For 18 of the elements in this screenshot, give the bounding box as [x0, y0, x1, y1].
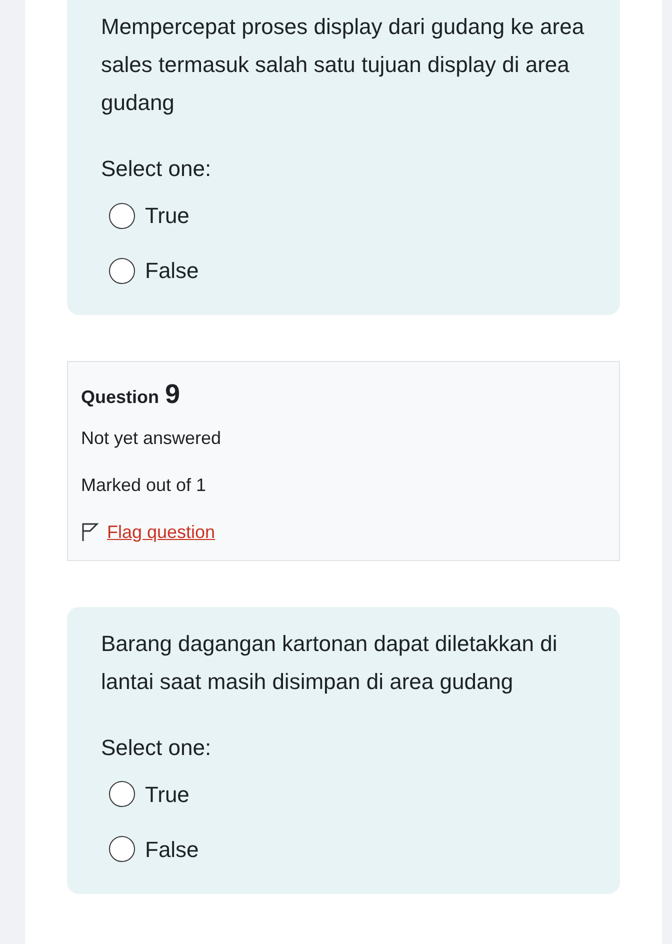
status-text: Not yet answered [81, 426, 222, 450]
radio-button[interactable] [109, 258, 135, 284]
option-label[interactable]: False [145, 832, 199, 866]
marks-text: Marked out of 1 [81, 474, 208, 496]
question-label: Question [81, 386, 160, 409]
question-text: Mempercepat proses display dari gudang ke area sales termasuk salah satu tujuan display di area gudang [101, 13, 586, 117]
radio-button[interactable] [109, 836, 135, 862]
option-label[interactable]: False [145, 254, 199, 287]
question-text: Barang dagangan kartonan dapat diletakkan di lantai saat masih disimpan di area gudang [101, 630, 558, 696]
flag-link[interactable]: Flag question [81, 518, 216, 546]
select-prompt: Select one: [101, 734, 212, 762]
question-number: 9 [165, 378, 180, 411]
option-label[interactable]: True [145, 778, 190, 810]
radio-button[interactable] [109, 202, 135, 228]
option-label[interactable]: True [145, 199, 190, 232]
radio-button[interactable] [109, 781, 135, 807]
select-prompt: Select one: [101, 155, 212, 183]
flag-icon [81, 522, 99, 542]
